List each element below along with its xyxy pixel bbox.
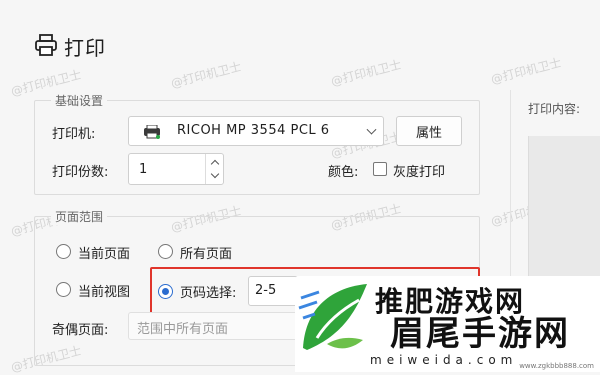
leaf-logo-icon bbox=[298, 284, 367, 350]
grayscale-label[interactable]: 灰度打印 bbox=[393, 161, 445, 180]
logo-site-text: www.zgkbbb888.com bbox=[519, 362, 594, 370]
current-view-label[interactable]: 当前视图 bbox=[78, 281, 130, 300]
properties-button[interactable]: 属性 bbox=[396, 116, 462, 146]
page-select-input[interactable]: 2-5 bbox=[248, 276, 298, 306]
page-range-legend: 页面范围 bbox=[51, 208, 108, 225]
copies-value: 1 bbox=[139, 162, 148, 177]
dialog-title: 打印 bbox=[64, 36, 106, 60]
page-select-label[interactable]: 页码选择: bbox=[180, 282, 236, 301]
chevron-down-icon[interactable] bbox=[210, 169, 220, 179]
watermark: @打印机卫士 bbox=[489, 55, 563, 87]
basic-settings-legend: 基础设置 bbox=[51, 92, 108, 109]
current-view-radio[interactable] bbox=[56, 282, 71, 297]
logo-main-text: 眉尾手游网 bbox=[390, 314, 570, 354]
current-page-radio[interactable] bbox=[56, 244, 71, 259]
basic-settings-group: 基础设置 bbox=[34, 92, 480, 195]
logo-sub-text: meiweida.com bbox=[370, 353, 518, 367]
watermark: @打印机卫士 bbox=[169, 59, 243, 91]
dialog-header: 打印 bbox=[34, 32, 106, 61]
copies-stepper[interactable]: 1 bbox=[128, 153, 224, 185]
chevron-down-icon bbox=[366, 124, 377, 135]
odd-even-select[interactable]: 范围中所有页面 bbox=[128, 312, 300, 340]
current-page-label[interactable]: 当前页面 bbox=[78, 243, 130, 262]
all-pages-radio[interactable] bbox=[158, 244, 173, 259]
all-pages-label[interactable]: 所有页面 bbox=[180, 243, 232, 262]
printer-device-icon bbox=[143, 124, 161, 143]
copies-label: 打印份数: bbox=[52, 165, 109, 180]
odd-even-value: 范围中所有页面 bbox=[137, 322, 229, 337]
odd-even-label: 奇偶页面: bbox=[52, 323, 109, 338]
watermark: @打印机卫士 bbox=[329, 57, 403, 89]
printer-select-value: RICOH MP 3554 PCL 6 bbox=[177, 123, 330, 138]
color-label: 颜色: bbox=[328, 165, 359, 180]
printer-label: 打印机: bbox=[52, 127, 96, 142]
printer-icon bbox=[34, 33, 58, 60]
chevron-up-icon[interactable] bbox=[210, 159, 220, 169]
print-content-label: 打印内容: bbox=[528, 102, 581, 116]
page-select-value: 2-5 bbox=[255, 283, 277, 298]
grayscale-checkbox[interactable] bbox=[373, 162, 387, 176]
site-logo: 推肥游戏网 眉尾手游网 meiweida.com www.zgkbbb888.c… bbox=[295, 276, 600, 372]
printer-select[interactable]: RICOH MP 3554 PCL 6 bbox=[128, 116, 384, 146]
stepper-arrows[interactable] bbox=[205, 154, 223, 184]
page-select-radio[interactable] bbox=[158, 284, 173, 299]
